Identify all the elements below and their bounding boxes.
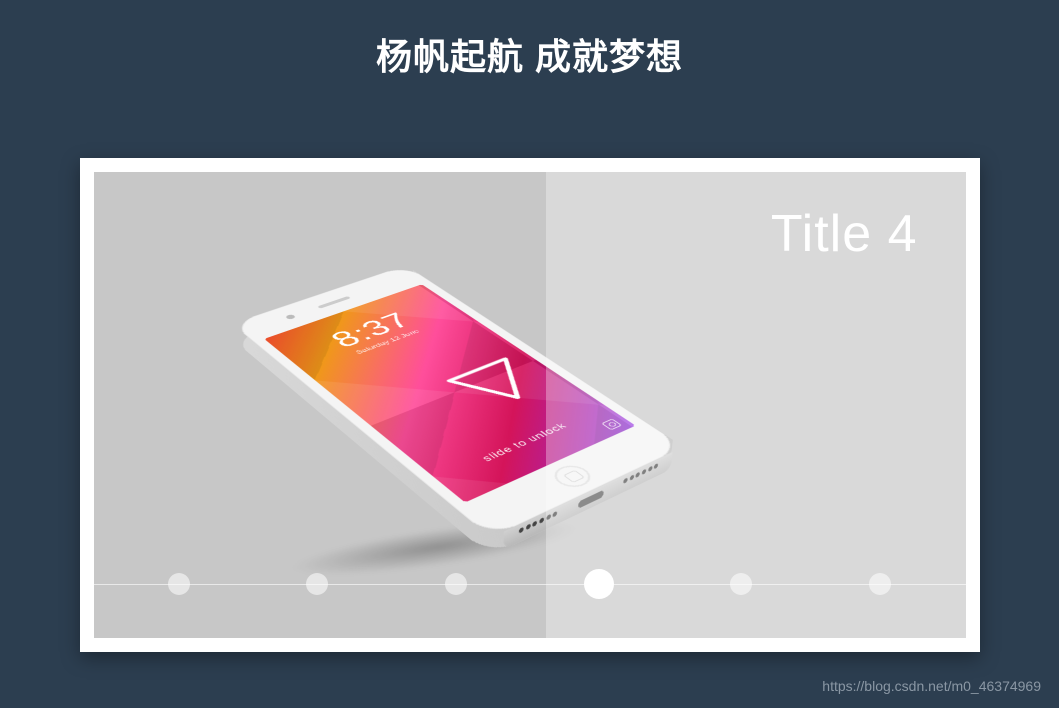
slide-title: Title 4 (771, 204, 918, 264)
pager-dot-3[interactable] (445, 573, 467, 595)
slide-overlay-panel: Title 4 (546, 172, 966, 638)
earpiece-icon (317, 296, 351, 309)
pager-dot-1[interactable] (168, 573, 190, 595)
pager-dot-4[interactable] (584, 569, 614, 599)
watermark-text: https://blog.csdn.net/m0_46374969 (822, 678, 1041, 694)
page-heading: 杨帆起航 成就梦想 (0, 0, 1059, 80)
carousel-pager (94, 570, 966, 598)
pager-dot-5[interactable] (730, 573, 752, 595)
pager-dot-6[interactable] (869, 573, 891, 595)
front-camera-icon (284, 314, 296, 320)
pager-dots (94, 570, 966, 598)
carousel[interactable]: 8:37 Saturday 12 June slide to unlock Ti… (94, 172, 966, 638)
carousel-frame: 8:37 Saturday 12 June slide to unlock Ti… (80, 158, 980, 652)
pager-dot-2[interactable] (306, 573, 328, 595)
lockscreen-time: 8:37 (276, 293, 462, 370)
